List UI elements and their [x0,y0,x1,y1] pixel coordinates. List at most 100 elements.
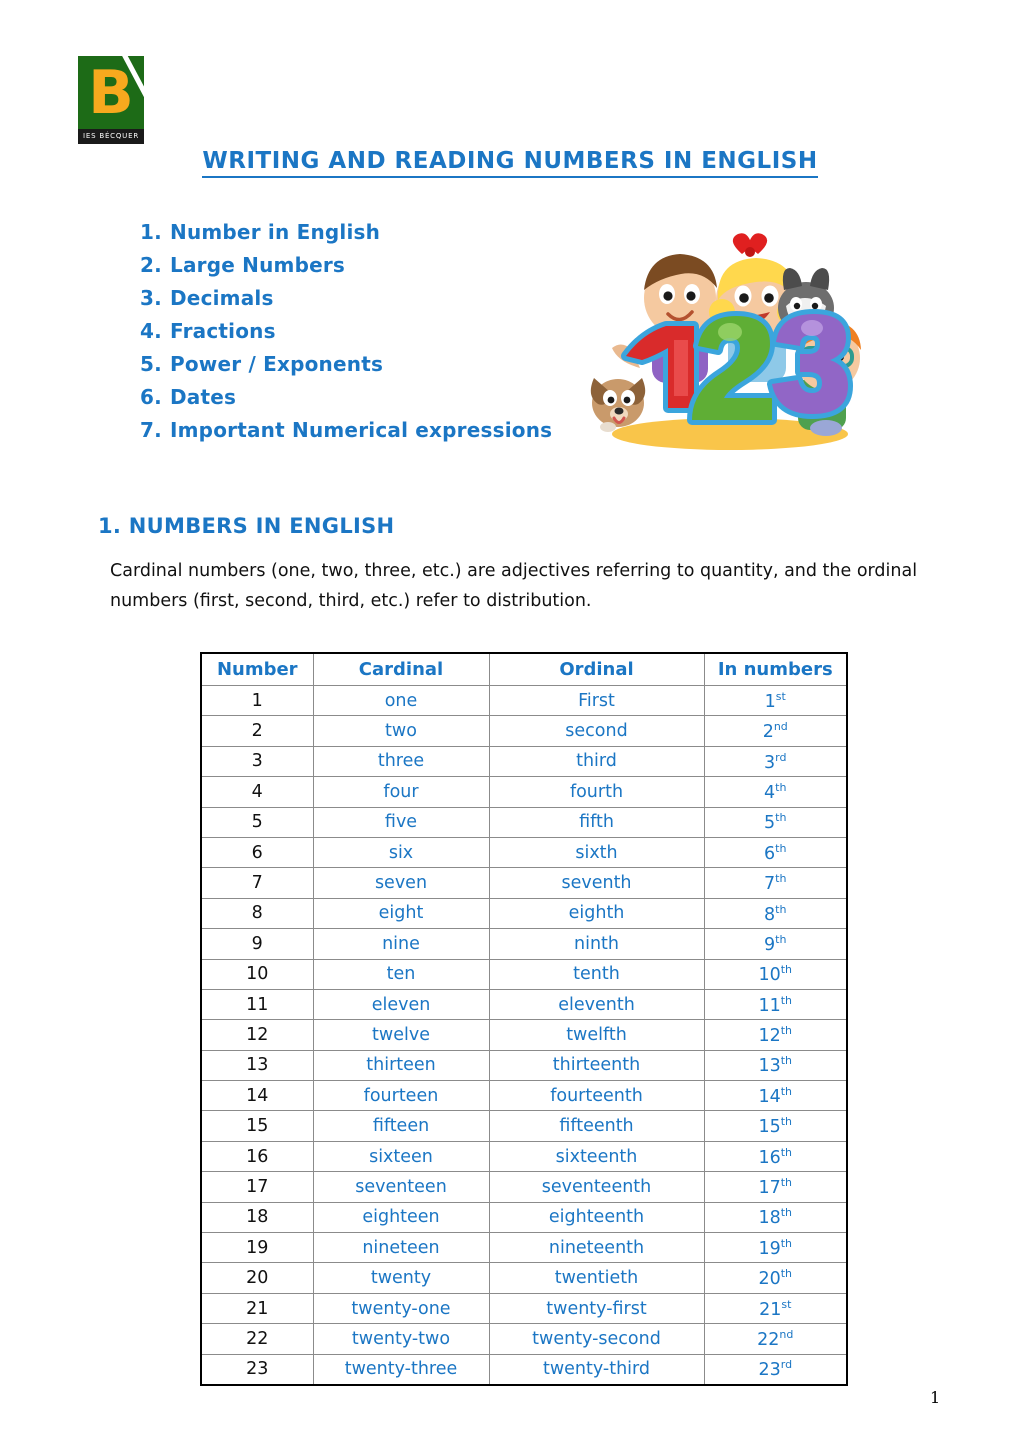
in-numbers-digits: 15 [758,1117,781,1138]
cell-cardinal: eighteen [312,1201,490,1234]
cell-in-numbers: 19th [703,1232,848,1264]
cell-in-numbers: 16th [703,1140,848,1173]
cell-cardinal: twenty-two [312,1323,490,1355]
column-header-in-numbers: In numbers [703,652,848,686]
cell-ordinal: twenty-second [488,1323,705,1355]
in-numbers-suffix: rd [775,750,787,764]
in-numbers-suffix: th [780,1267,793,1281]
in-numbers-suffix: th [780,1115,793,1129]
in-numbers-digits: 23 [758,1360,781,1381]
in-numbers-suffix: nd [779,1327,794,1341]
toc-item[interactable]: 7. Important Numerical expressions [140,414,580,447]
cell-in-numbers: 1st [703,684,848,717]
table-row: 13 thirteen thirteenth 13th [200,1049,848,1082]
cell-ordinal: First [488,684,705,717]
in-numbers-suffix: nd [773,720,788,734]
in-numbers-suffix: th [780,1084,793,1098]
cell-ordinal: second [488,715,705,747]
column-header-cardinal: Cardinal [312,652,490,686]
cell-cardinal: seventeen [312,1171,490,1203]
cell-number: 2 [200,715,314,747]
cell-in-numbers: 14th [703,1080,848,1112]
column-header-ordinal: Ordinal [488,652,705,686]
cell-ordinal: fifteenth [488,1110,705,1142]
in-numbers-digits: 17 [758,1177,781,1198]
cell-in-numbers: 6th [703,836,848,869]
cell-ordinal: fifth [488,806,705,838]
in-numbers-digits: 4 [764,782,776,803]
in-numbers-digits: 19 [758,1238,781,1259]
cell-number: 3 [200,745,314,778]
column-header-number: Number [200,652,314,686]
cell-number: 13 [200,1049,314,1082]
toc-item[interactable]: 3. Decimals [140,282,580,315]
in-numbers-suffix: th [780,1206,793,1220]
cell-number: 8 [200,897,314,930]
toc-item-number: 4. [140,319,162,343]
toc-item[interactable]: 2. Large Numbers [140,249,580,282]
cell-number: 20 [200,1262,314,1294]
in-numbers-digits: 9 [764,934,776,955]
table-row: 15 fifteen fifteenth 15th [200,1110,848,1142]
cell-in-numbers: 2nd [703,715,848,747]
cell-cardinal: ten [312,958,490,990]
cell-number: 19 [200,1232,314,1264]
in-numbers-suffix: th [780,1145,793,1159]
in-numbers-suffix: th [775,841,787,855]
page-number: 1 [930,1388,941,1407]
toc-item-label: Fractions [170,319,276,343]
logo-institution-name: IES BÉCQUER [78,129,144,144]
cell-in-numbers: 7th [703,867,848,899]
section-heading: 1. NUMBERS IN ENGLISH [98,514,395,538]
cell-ordinal: sixteenth [488,1140,705,1173]
table-row: 22 twenty-two twenty-second 22nd [200,1323,848,1355]
in-numbers-suffix: th [775,780,787,794]
in-numbers-digits: 22 [757,1329,780,1350]
in-numbers-digits: 11 [758,995,781,1016]
cell-cardinal: fourteen [312,1080,490,1112]
in-numbers-digits: 16 [758,1147,781,1168]
in-numbers-digits: 6 [764,843,776,864]
toc-item-label: Decimals [170,286,274,310]
cell-in-numbers: 4th [703,776,848,808]
in-numbers-digits: 12 [758,1025,781,1046]
in-numbers-suffix: th [775,902,787,916]
section-paragraph: Cardinal numbers (one, two, three, etc.)… [110,561,918,611]
toc-item-number: 7. [140,418,162,442]
cell-in-numbers: 5th [703,806,848,838]
cell-number: 7 [200,867,314,899]
in-numbers-suffix: th [775,811,787,825]
in-numbers-suffix: th [780,1176,793,1190]
cell-ordinal: tenth [488,958,705,990]
cell-in-numbers: 21st [703,1292,848,1325]
in-numbers-suffix: th [775,932,787,946]
in-numbers-digits: 13 [758,1056,781,1077]
in-numbers-digits: 2 [762,722,774,742]
toc-item[interactable]: 5. Power / Exponents [140,348,580,381]
table-row: 9 nine ninth 9th [200,928,848,960]
cell-number: 16 [200,1140,314,1173]
toc-item-label: Number in English [170,220,381,244]
cell-ordinal: third [488,745,705,778]
cell-in-numbers: 9th [703,928,848,960]
table-row: 5 five fifth 5th [200,806,848,838]
toc-item-number: 2. [140,253,162,277]
cell-cardinal: eleven [312,988,490,1021]
toc-item[interactable]: 4. Fractions [140,315,580,348]
in-numbers-suffix: st [781,1297,792,1311]
cell-cardinal: one [312,684,490,717]
numbers-table: Number Cardinal Ordinal In numbers 1 one F… [200,652,848,1386]
cell-ordinal: eighth [488,897,705,930]
cell-in-numbers: 10th [703,958,848,990]
toc-item-number: 3. [140,286,162,310]
toc-item[interactable]: 1. Number in English [140,216,580,249]
cell-number: 4 [200,776,314,808]
cell-cardinal: nineteen [312,1232,490,1264]
cell-ordinal: nineteenth [488,1232,705,1264]
numbers-clipart-image [580,228,872,456]
cell-number: 18 [200,1201,314,1234]
in-numbers-digits: 10 [758,965,781,986]
cell-number: 1 [200,684,314,717]
toc-item[interactable]: 6. Dates [140,381,580,414]
cell-number: 21 [200,1292,314,1325]
